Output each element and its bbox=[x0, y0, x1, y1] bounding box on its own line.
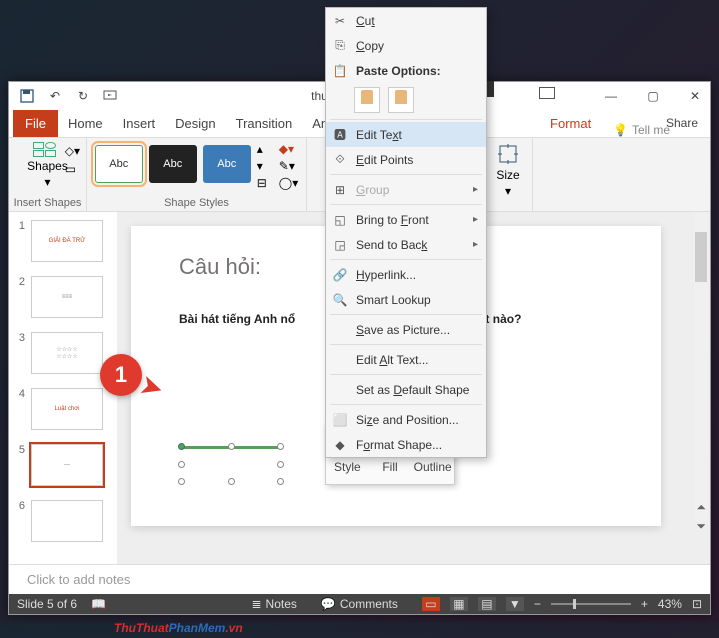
group-icon: ⊞ bbox=[332, 183, 348, 197]
menu-alt-text[interactable]: Edit Alt Text... bbox=[326, 347, 486, 372]
format-shape-icon: ◆ bbox=[332, 438, 348, 452]
smart-lookup-icon: 🔍 bbox=[332, 293, 348, 307]
annotation-callout-1: 1 bbox=[100, 354, 142, 396]
maximize-icon[interactable]: ▢ bbox=[642, 89, 664, 103]
fit-to-window-icon[interactable]: ⊡ bbox=[692, 597, 702, 611]
scissors-icon: ✂ bbox=[332, 14, 348, 28]
menu-group: ⊞Group bbox=[326, 177, 486, 202]
menu-send-back[interactable]: ◲Send to Back bbox=[326, 232, 486, 257]
group-label: Shape Styles bbox=[87, 197, 306, 209]
prev-slide-icon[interactable]: ⏶ bbox=[696, 500, 706, 515]
text-box-icon[interactable]: ▭ bbox=[65, 162, 80, 176]
gallery-more-icon[interactable]: ⊟ bbox=[257, 176, 267, 190]
tab-insert[interactable]: Insert bbox=[113, 110, 166, 137]
size-icon: ⬜ bbox=[332, 413, 348, 427]
comments-toggle[interactable]: 💬 Comments bbox=[321, 597, 398, 611]
tab-design[interactable]: Design bbox=[165, 110, 225, 137]
notes-pane[interactable]: Click to add notes bbox=[9, 564, 710, 594]
menu-format-shape[interactable]: ◆Format Shape... bbox=[326, 432, 486, 457]
menu-save-picture[interactable]: Save as Picture... bbox=[326, 317, 486, 342]
zoom-slider[interactable] bbox=[551, 603, 631, 605]
vertical-scrollbar[interactable] bbox=[694, 212, 708, 522]
gallery-up-icon[interactable]: ▴ bbox=[257, 142, 267, 156]
menu-hyperlink[interactable]: 🔗Hyperlink... bbox=[326, 262, 486, 287]
group-label: Insert Shapes bbox=[9, 197, 86, 209]
zoom-in-icon[interactable]: + bbox=[641, 597, 648, 611]
zoom-level[interactable]: 43% bbox=[658, 597, 682, 611]
start-from-beginning-icon[interactable] bbox=[103, 88, 119, 104]
save-icon[interactable] bbox=[19, 88, 35, 104]
notes-toggle[interactable]: ≣ Notes bbox=[251, 597, 296, 611]
paste-picture-icon[interactable] bbox=[388, 87, 414, 113]
chevron-down-icon: ▾ bbox=[44, 175, 50, 189]
thumbnail-2[interactable]: ≡≡≡ bbox=[31, 276, 103, 318]
tab-file[interactable]: File bbox=[13, 110, 58, 137]
lightbulb-icon: 💡 bbox=[613, 123, 628, 137]
menu-size-position[interactable]: ⬜Size and Position... bbox=[326, 407, 486, 432]
slideshow-view-icon[interactable]: ▼ bbox=[506, 597, 524, 611]
menu-edit-text[interactable]: 🅰Edit Text bbox=[326, 122, 486, 147]
spellcheck-icon[interactable]: 📖 bbox=[91, 597, 106, 611]
menu-cut[interactable]: ✂Cut bbox=[326, 8, 486, 33]
send-back-icon: ◲ bbox=[332, 238, 348, 252]
link-icon: 🔗 bbox=[332, 268, 348, 282]
edit-text-icon: 🅰 bbox=[332, 126, 348, 143]
tab-transition[interactable]: Transition bbox=[226, 110, 303, 137]
thumbnail-6[interactable] bbox=[31, 500, 103, 542]
selected-shape[interactable] bbox=[181, 446, 281, 482]
minimize-icon[interactable]: — bbox=[600, 89, 622, 103]
clipboard-icon: 📋 bbox=[332, 64, 348, 78]
context-menu: ✂Cut ⎘Copy 📋Paste Options: 🅰Edit Text ⟐E… bbox=[325, 7, 487, 458]
style-gallery[interactable]: Abc Abc Abc ▴ ▾ ⊟ ◆▾ ✎▾ ◯▾ bbox=[95, 142, 299, 186]
thumbnail-1[interactable]: GIẢI ĐÁ TRỬ bbox=[31, 220, 103, 262]
thumbnail-3[interactable]: ☆☆☆☆☆☆☆☆ bbox=[31, 332, 103, 374]
undo-icon[interactable]: ↶ bbox=[47, 88, 63, 104]
shape-effects-icon[interactable]: ◯▾ bbox=[279, 176, 298, 190]
tab-format[interactable]: Format bbox=[540, 110, 601, 137]
share-button[interactable]: Share bbox=[666, 116, 698, 130]
style-preset-3[interactable]: Abc bbox=[203, 145, 251, 183]
slide-counter[interactable]: Slide 5 of 6 bbox=[17, 597, 77, 611]
slide-thumbnails: 1GIẢI ĐÁ TRỬ 2≡≡≡ 3☆☆☆☆☆☆☆☆ 4Luật chơi 5… bbox=[9, 212, 117, 564]
redo-icon[interactable]: ↻ bbox=[75, 88, 91, 104]
style-preset-1[interactable]: Abc bbox=[95, 145, 143, 183]
menu-copy[interactable]: ⎘Copy bbox=[326, 33, 486, 58]
copy-icon: ⎘ bbox=[332, 38, 348, 53]
shapes-button[interactable]: Shapes ▾ bbox=[27, 142, 68, 189]
menu-paste-options: 📋Paste Options: bbox=[326, 58, 486, 83]
zoom-out-icon[interactable]: − bbox=[534, 597, 541, 611]
bring-front-icon: ◱ bbox=[332, 213, 348, 227]
normal-view-icon[interactable]: ▭ bbox=[422, 597, 440, 611]
gallery-down-icon[interactable]: ▾ bbox=[257, 159, 267, 173]
menu-default-shape[interactable]: Set as Default Shape bbox=[326, 377, 486, 402]
tab-home[interactable]: Home bbox=[58, 110, 113, 137]
menu-edit-points[interactable]: ⟐Edit Points bbox=[326, 147, 486, 172]
reading-view-icon[interactable]: ▤ bbox=[478, 597, 496, 611]
size-button[interactable]: Size ▾ bbox=[496, 142, 520, 198]
style-preset-2[interactable]: Abc bbox=[149, 145, 197, 183]
menu-smart-lookup[interactable]: 🔍Smart Lookup bbox=[326, 287, 486, 312]
chevron-down-icon: ▾ bbox=[505, 184, 511, 198]
tell-me-search[interactable]: 💡 Tell me bbox=[613, 123, 670, 137]
close-icon[interactable]: ✕ bbox=[684, 89, 706, 103]
watermark: ThuThuatPhanMem.vn bbox=[114, 612, 243, 638]
next-slide-icon[interactable]: ⏷ bbox=[696, 519, 706, 534]
ribbon-display-icon[interactable] bbox=[539, 87, 555, 99]
paste-dest-theme-icon[interactable] bbox=[354, 87, 380, 113]
thumbnail-5[interactable]: — bbox=[31, 444, 103, 486]
shape-outline-icon[interactable]: ✎▾ bbox=[279, 159, 298, 173]
statusbar: Slide 5 of 6 📖 ≣ Notes 💬 Comments ▭ ▦ ▤ … bbox=[9, 594, 710, 614]
menu-bring-front[interactable]: ◱Bring to Front bbox=[326, 207, 486, 232]
edit-points-icon: ⟐ bbox=[332, 152, 348, 167]
edit-shape-icon[interactable]: ◇▾ bbox=[65, 144, 80, 158]
shape-fill-icon[interactable]: ◆▾ bbox=[279, 142, 298, 156]
sorter-view-icon[interactable]: ▦ bbox=[450, 597, 468, 611]
thumbnail-4[interactable]: Luật chơi bbox=[31, 388, 103, 430]
